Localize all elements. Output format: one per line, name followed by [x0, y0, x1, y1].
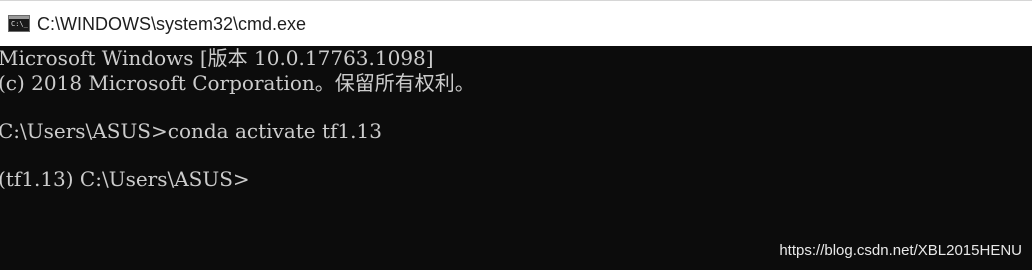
console-output[interactable]: Microsoft Windows [版本 10.0.17763.1098] (…	[0, 46, 1032, 270]
cmd-window: C:\_ C:\WINDOWS\system32\cmd.exe Microso…	[0, 0, 1032, 270]
title-bar[interactable]: C:\_ C:\WINDOWS\system32\cmd.exe	[0, 0, 1032, 46]
watermark-url: https://blog.csdn.net/XBL2015HENU	[779, 242, 1022, 259]
console-line-copyright: (c) 2018 Microsoft Corporation。保留所有权利。	[0, 71, 475, 95]
icon-title-strip	[9, 16, 29, 19]
console-line-prompt: (tf1.13) C:\Users\ASUS>	[0, 167, 250, 191]
console-line-command: C:\Users\ASUS>conda activate tf1.13	[0, 119, 382, 143]
console-line-version: Microsoft Windows [版本 10.0.17763.1098]	[0, 46, 434, 70]
cmd-console-icon[interactable]: C:\_	[8, 15, 30, 32]
icon-prompt-glyph: C:\_	[11, 20, 28, 28]
window-title: C:\WINDOWS\system32\cmd.exe	[37, 14, 307, 34]
